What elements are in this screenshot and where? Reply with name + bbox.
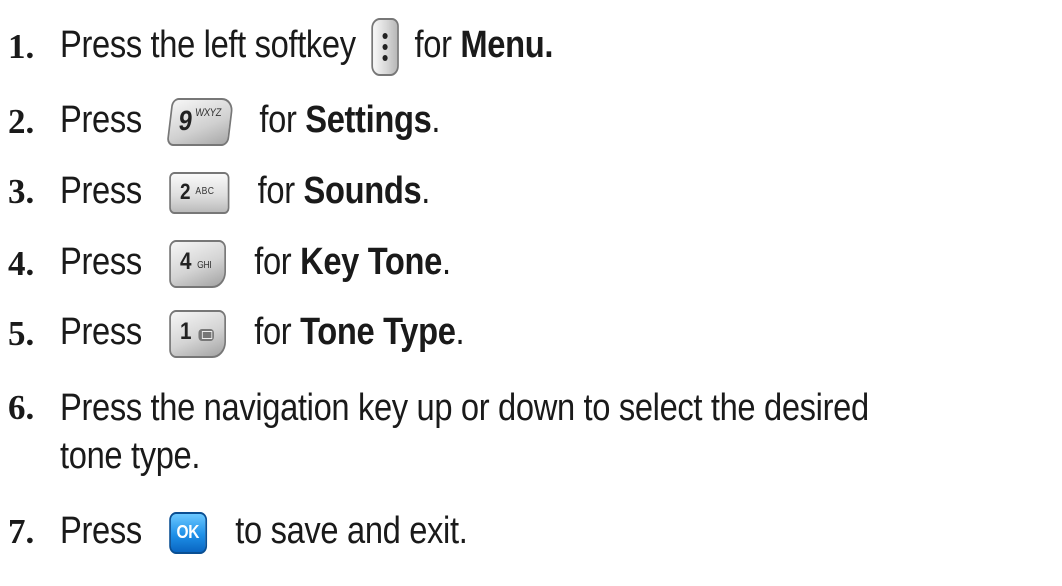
sounds-label: Sounds (303, 170, 422, 212)
instruction-page: 1. Press the left softkey for Menu. 2. P… (0, 0, 1062, 586)
step-text-line-2: tone type. (60, 435, 201, 477)
step-text: Press the left softkey for Menu. (60, 18, 553, 76)
key-9-wxyz-icon: 9 WXYZ (166, 98, 235, 146)
step-text: Press 1 for Tone Type. (60, 310, 465, 358)
step-text-line-1: Press the navigation key up or down to s… (60, 387, 869, 429)
step-text-after: for (414, 24, 452, 67)
step-number: 7. (8, 511, 35, 551)
key-tone-label: Key Tone (300, 241, 443, 284)
step-2: 2. Press 9 WXYZ for Settings. (8, 98, 502, 146)
step-number: 2. (8, 102, 35, 141)
step-text-after: for (254, 241, 292, 284)
step-6: 6. Press the navigation key up or down t… (8, 384, 1000, 480)
step-text: Press 4 GHI for Key Tone. (60, 240, 451, 288)
step-1: 1. Press the left softkey for Menu. (8, 18, 633, 76)
key-4-ghi-icon: 4 GHI (169, 240, 227, 288)
step-text-after: for (259, 99, 297, 142)
step-text: Press 2 ABC for Sounds. (60, 170, 431, 214)
step-7: 7. Press OK to save and exit. (8, 510, 534, 554)
step-text-before: Press (60, 241, 142, 284)
step-text: Press the navigation key up or down to s… (60, 384, 869, 480)
left-softkey-icon (371, 18, 399, 76)
step-number: 1. (8, 27, 35, 66)
step-4: 4. Press 4 GHI for Key Tone. (8, 240, 514, 288)
step-text: Press 9 WXYZ for Settings. (60, 98, 441, 146)
tone-type-label: Tone Type (300, 311, 456, 354)
step-number: 3. (8, 171, 35, 211)
step-number: 6. (8, 388, 35, 427)
step-text-after: to save and exit. (235, 510, 468, 552)
step-text-before: Press (60, 311, 142, 354)
step-text-before: Press (60, 99, 142, 142)
key-1-mail-icon: 1 (169, 310, 227, 358)
step-text-before: Press the left softkey (60, 24, 356, 67)
menu-label: Menu. (460, 24, 554, 67)
key-2-abc-icon: 2 ABC (169, 171, 230, 214)
step-3: 3. Press 2 ABC for Sounds. (8, 170, 490, 214)
step-text: Press OK to save and exit. (60, 510, 468, 554)
ok-key-icon: OK (169, 511, 208, 554)
step-number: 5. (8, 314, 35, 353)
step-text-before: Press (60, 170, 142, 212)
settings-label: Settings (305, 99, 432, 142)
step-number: 4. (8, 244, 35, 283)
step-text-before: Press (60, 510, 142, 552)
step-5: 5. Press 1 for Tone Type. (8, 310, 530, 358)
step-text-after: for (254, 311, 292, 354)
step-text-after: for (257, 170, 295, 212)
mail-icon (198, 329, 215, 341)
